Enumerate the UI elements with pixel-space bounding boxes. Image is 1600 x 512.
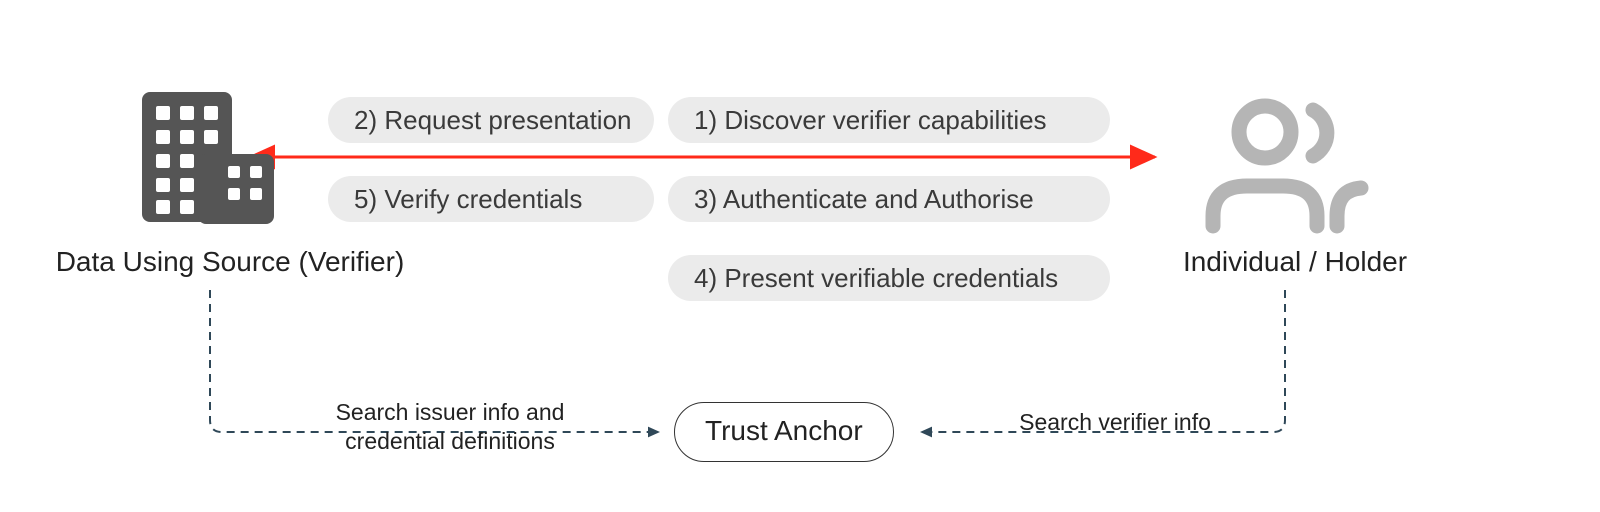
step-2-pill: 2) Request presentation: [328, 97, 654, 143]
right-edge-label: Search verifier info: [1000, 408, 1230, 437]
people-icon: [1195, 88, 1375, 248]
left-edge-label: Search issuer info and credential defini…: [295, 398, 605, 456]
step-3-pill: 3) Authenticate and Authorise: [668, 176, 1110, 222]
diagram-canvas: Data Using Source (Verifier) Individual …: [0, 0, 1600, 512]
step-1-pill: 1) Discover verifier capabilities: [668, 97, 1110, 143]
step-5-pill: 5) Verify credentials: [328, 176, 654, 222]
step-4-pill: 4) Present verifiable credentials: [668, 255, 1110, 301]
verifier-label: Data Using Source (Verifier): [40, 246, 420, 278]
left-edge-label-line1: Search issuer info and: [336, 399, 565, 425]
buildings-icon: [142, 92, 277, 232]
left-edge-label-line2: credential definitions: [345, 428, 555, 454]
holder-label: Individual / Holder: [1155, 246, 1435, 278]
trust-anchor-node: Trust Anchor: [674, 402, 894, 462]
